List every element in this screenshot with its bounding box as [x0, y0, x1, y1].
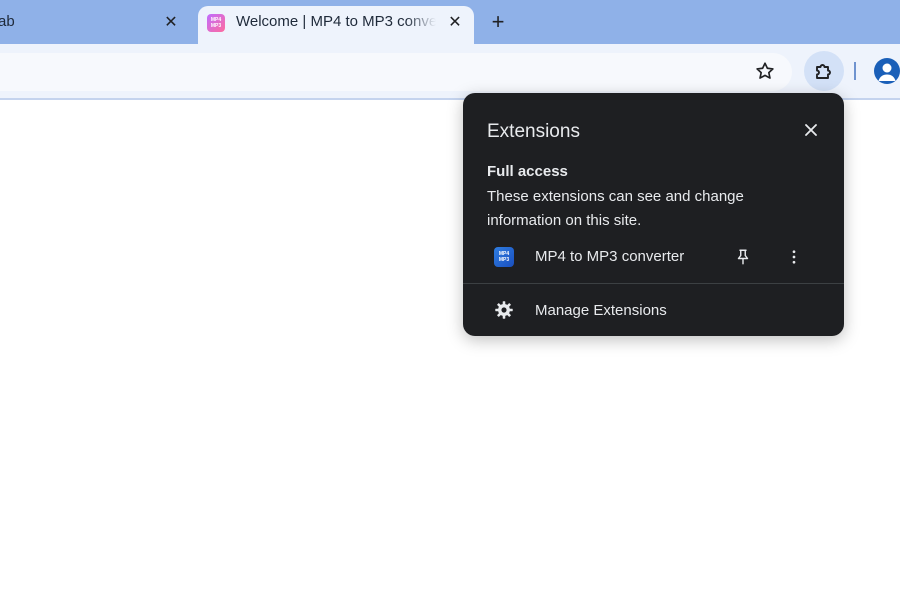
tab-previous[interactable]: ab ✕	[0, 0, 192, 44]
extensions-popup: Extensions Full access These extensions …	[463, 93, 844, 336]
new-tab-button[interactable]: +	[486, 9, 510, 34]
toolbar-divider	[854, 62, 856, 80]
tab-strip: ab ✕ MP4MP3 Welcome | MP4 to MP3 convert…	[0, 0, 900, 50]
close-icon	[805, 124, 817, 136]
plus-icon: +	[491, 9, 505, 34]
extensions-button[interactable]	[804, 51, 844, 91]
tab-title: Welcome | MP4 to MP3 converter	[236, 13, 436, 30]
star-icon	[756, 62, 774, 79]
mp4-mp3-favicon-icon: MP4 MP3	[207, 14, 225, 32]
popup-close-button[interactable]	[799, 118, 823, 142]
more-options-button[interactable]	[782, 245, 806, 269]
popup-title: Extensions	[487, 121, 580, 142]
more-vert-icon	[792, 250, 796, 264]
manage-extensions-button[interactable]: Manage Extensions	[463, 295, 844, 327]
tab-title: ab	[0, 13, 15, 30]
section-heading: Full access	[487, 163, 568, 180]
bookmark-star-button[interactable]	[752, 58, 778, 84]
gear-icon	[493, 299, 515, 321]
tab-close-icon[interactable]: ✕	[444, 11, 466, 33]
extensions-puzzle-icon	[816, 64, 831, 79]
pin-icon	[737, 249, 749, 265]
pin-extension-button[interactable]	[731, 245, 755, 269]
extension-item[interactable]: MP4 MP3 MP4 to MP3 converter	[463, 239, 844, 275]
tab-close-icon[interactable]: ✕	[160, 11, 182, 33]
profile-avatar-button[interactable]	[874, 58, 900, 84]
manage-extensions-label: Manage Extensions	[535, 302, 667, 319]
popup-divider	[463, 283, 844, 284]
extension-name: MP4 to MP3 converter	[535, 248, 685, 265]
profile-avatar-icon	[878, 63, 896, 81]
mp4-mp3-extension-icon: MP4 MP3	[494, 247, 514, 267]
browser-toolbar	[0, 44, 900, 100]
address-bar[interactable]	[0, 53, 792, 91]
section-description: These extensions can see and change info…	[487, 188, 744, 229]
